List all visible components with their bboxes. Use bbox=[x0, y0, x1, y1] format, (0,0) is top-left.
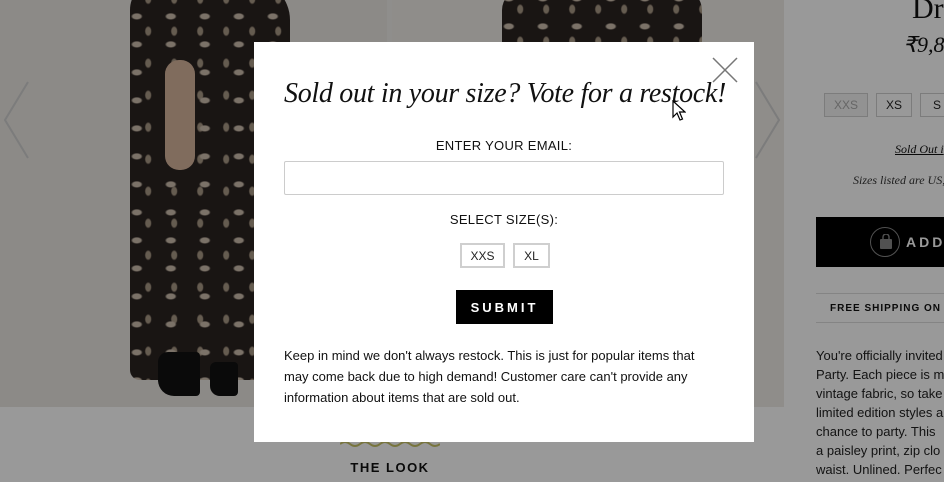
mouse-cursor-icon bbox=[672, 100, 686, 121]
select-size-label: SELECT SIZE(S): bbox=[449, 212, 559, 227]
submit-button[interactable]: SUBMIT bbox=[456, 290, 553, 324]
email-field[interactable] bbox=[284, 161, 724, 195]
restock-disclaimer: Keep in mind we don't always restock. Th… bbox=[284, 345, 729, 408]
email-label: ENTER YOUR EMAIL: bbox=[435, 138, 573, 153]
size-option-xxs[interactable]: XXS bbox=[460, 243, 505, 268]
size-options: XXS XL bbox=[460, 243, 550, 268]
disclaimer-line: may come back due to high demand! Custom… bbox=[284, 369, 688, 384]
disclaimer-line: information about items that are sold ou… bbox=[284, 390, 520, 405]
size-option-xl[interactable]: XL bbox=[513, 243, 550, 268]
modal-title: Sold out in your size? Vote for a restoc… bbox=[284, 78, 727, 109]
disclaimer-line: Keep in mind we don't always restock. Th… bbox=[284, 348, 695, 363]
